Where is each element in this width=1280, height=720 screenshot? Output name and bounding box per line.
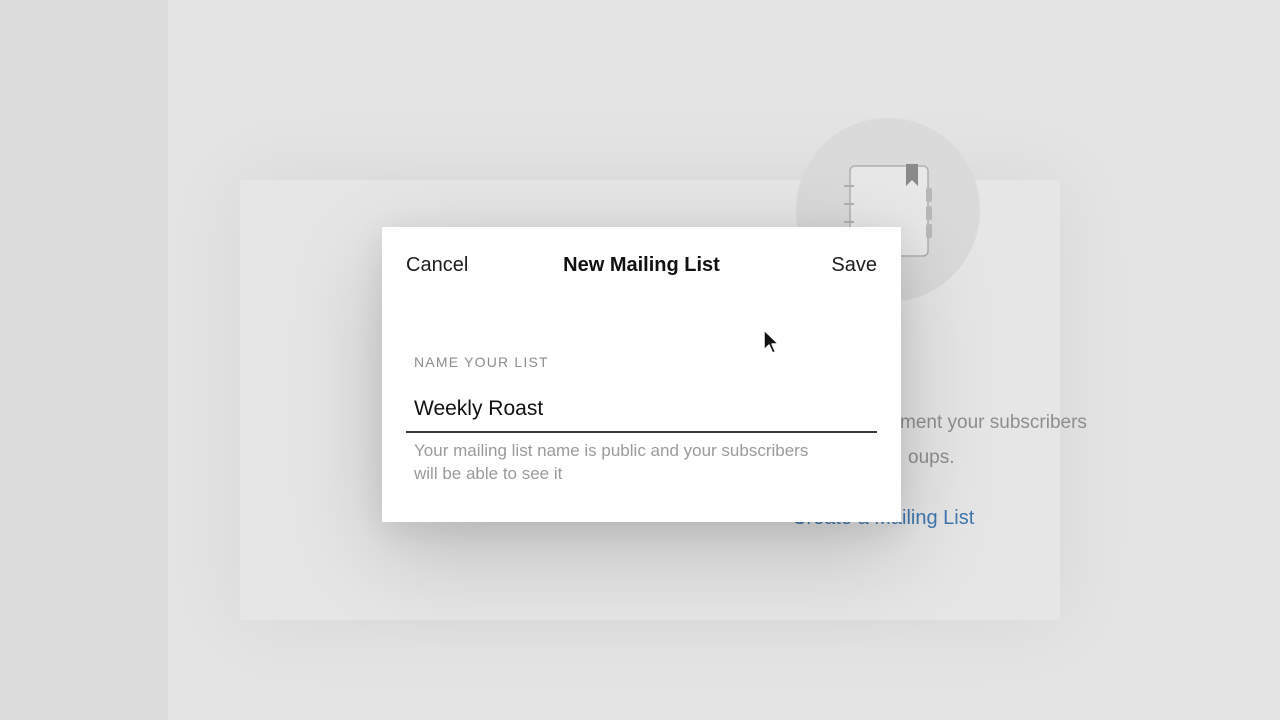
dialog-header: Cancel New Mailing List Save <box>382 227 901 305</box>
list-name-help-text: Your mailing list name is public and you… <box>414 439 864 485</box>
help-text-line-1: Your mailing list name is public and you… <box>414 441 809 460</box>
mouse-pointer-icon <box>762 328 780 361</box>
dialog-title: New Mailing List <box>563 254 720 276</box>
new-mailing-list-dialog: Cancel New Mailing List Save NAME YOUR L… <box>382 227 901 522</box>
left-panel <box>0 0 168 720</box>
list-name-input[interactable] <box>406 387 877 433</box>
help-text-line-2: will be able to see it <box>414 464 563 483</box>
save-button[interactable]: Save <box>831 254 877 277</box>
list-name-label: NAME YOUR LIST <box>414 354 549 370</box>
